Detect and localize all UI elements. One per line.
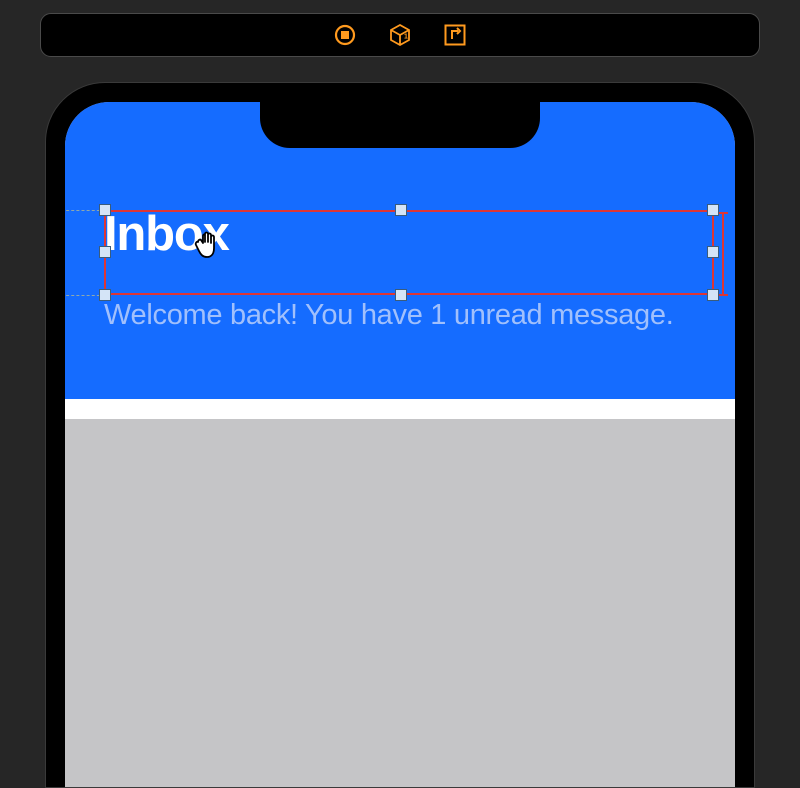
measurement-guide <box>722 212 724 296</box>
resize-handle-top-right[interactable] <box>707 204 719 216</box>
content-area <box>65 419 735 787</box>
export-icon <box>443 23 467 47</box>
page-subtitle: Welcome back! You have 1 unread message. <box>104 297 696 333</box>
stop-icon <box>334 24 356 46</box>
export-button[interactable] <box>443 23 468 48</box>
device-screen: Inbox Welcome back! You have 1 unread me… <box>65 102 735 787</box>
resize-handle-top-left[interactable] <box>99 204 111 216</box>
toolbar: 1 <box>40 13 760 57</box>
package-icon: 1 <box>388 23 412 47</box>
resize-handle-bottom-left[interactable] <box>99 289 111 301</box>
svg-text:1: 1 <box>404 34 408 41</box>
resize-handle-bottom-right[interactable] <box>707 289 719 301</box>
page-title[interactable]: Inbox <box>104 210 696 259</box>
stop-button[interactable] <box>333 23 358 48</box>
device-frame: Inbox Welcome back! You have 1 unread me… <box>45 82 755 788</box>
resize-handle-mid-left[interactable] <box>99 246 111 258</box>
resize-handle-bottom-mid[interactable] <box>395 289 407 301</box>
resize-handle-mid-right[interactable] <box>707 246 719 258</box>
package-button[interactable]: 1 <box>388 23 413 48</box>
device-notch <box>260 102 540 148</box>
resize-handle-top-mid[interactable] <box>395 204 407 216</box>
divider <box>65 399 735 419</box>
